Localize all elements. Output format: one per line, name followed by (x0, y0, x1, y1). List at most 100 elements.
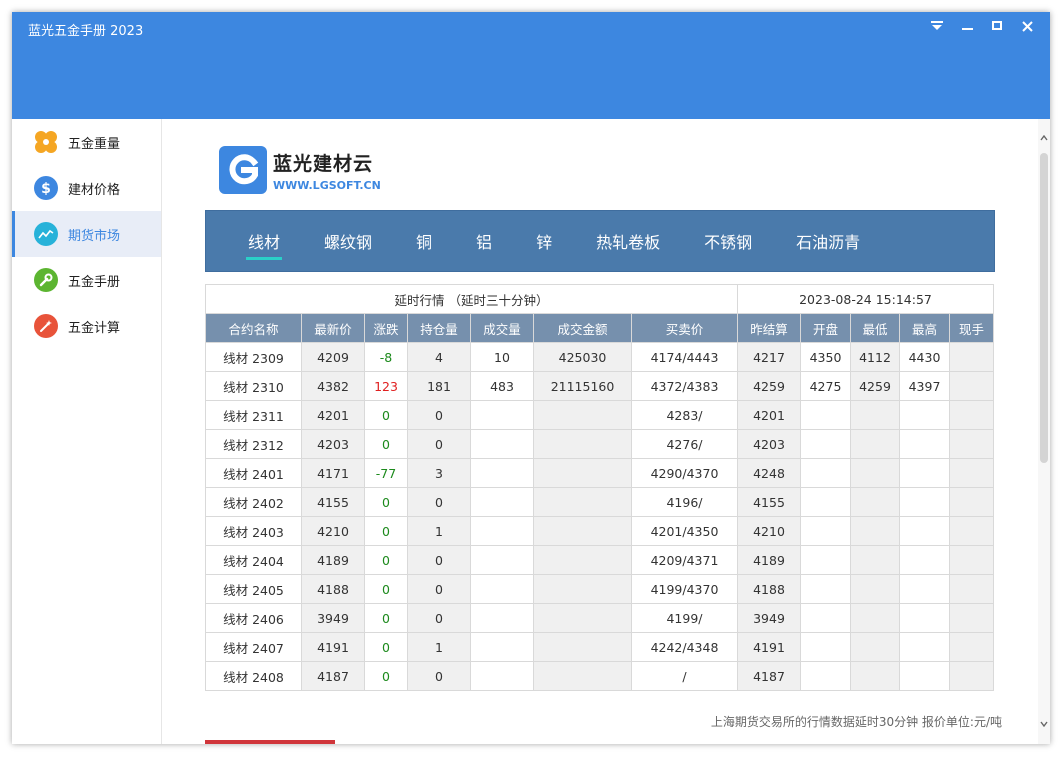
vertical-scrollbar[interactable] (1038, 119, 1050, 744)
tab-wire-rod[interactable]: 线材 (246, 225, 283, 260)
column-header: 成交量 (470, 313, 534, 343)
scroll-down-arrow-icon[interactable] (1040, 719, 1048, 729)
table-cell (533, 400, 632, 430)
table-cell: 4191 (301, 632, 365, 662)
table-row[interactable]: 线材 2311 4201 0 0 4283/4201 (205, 400, 994, 430)
table-row[interactable]: 线材 2404 4189 0 0 4209/4371 4189 (205, 545, 994, 575)
table-cell (800, 574, 851, 604)
table-cell: 4171 (301, 458, 365, 488)
table-cell: 4350 (800, 342, 851, 372)
minimize-icon[interactable] (952, 15, 982, 37)
sidebar-item-hardware-calc[interactable]: 五金计算 (12, 303, 161, 349)
table-cell (470, 574, 534, 604)
sidebar-item-hardware-weight[interactable]: 五金重量 (12, 119, 161, 165)
table-cell (470, 429, 534, 459)
table-cell: 4217 (737, 342, 801, 372)
table-cell (850, 487, 900, 517)
quote-timestamp: 2023-08-24 15:14:57 (737, 284, 994, 314)
table-row[interactable]: 线材 2310 4382 123 181 483 21115160 4372/4383 425… (205, 371, 994, 401)
maximize-icon[interactable] (982, 15, 1012, 37)
tab-zinc[interactable]: 锌 (534, 225, 554, 257)
table-cell (533, 458, 632, 488)
table-cell: 4188 (737, 574, 801, 604)
wrench-icon (34, 268, 58, 292)
table-cell (470, 545, 534, 575)
dollar-icon: $ (34, 176, 58, 200)
contract-name-cell: 线材 2406 (205, 603, 302, 633)
table-cell (470, 661, 534, 691)
table-cell: 4203 (737, 429, 801, 459)
sidebar-item-label: 期货市场 (68, 228, 121, 244)
close-icon[interactable] (1012, 15, 1042, 37)
tab-copper[interactable]: 铜 (414, 225, 434, 257)
table-cell: 4199/ (631, 603, 738, 633)
table-row[interactable]: 线材 2312 4203 0 0 4276/4203 (205, 429, 994, 459)
contract-name-cell: 线材 2401 (205, 458, 302, 488)
table-cell: 4275 (800, 371, 851, 401)
commodity-tabs: 线材 螺纹钢 铜 铝 锌 热轧卷板 不锈钢 石油沥青 (205, 210, 995, 272)
column-header: 现手 (949, 313, 994, 343)
table-caption-row: 延时行情 （延时三十分钟） 2023-08-24 15:14:57 (205, 284, 994, 314)
table-cell: 4242/4348 (631, 632, 738, 662)
table-cell (470, 516, 534, 546)
table-cell (533, 661, 632, 691)
table-cell (800, 487, 851, 517)
contract-name-cell: 线材 2407 (205, 632, 302, 662)
table-cell: 4276/ (631, 429, 738, 459)
table-row[interactable]: 线材 2408 4187 0 0/4187 (205, 661, 994, 691)
tab-aluminum[interactable]: 铝 (474, 225, 494, 257)
table-row[interactable]: 线材 2401 4171 -77 3 4290/4370 4248 (205, 458, 994, 488)
logo-url: WWW.LGSOFT.CN (273, 178, 381, 192)
scroll-up-arrow-icon[interactable] (1040, 133, 1048, 143)
sidebar-item-material-prices[interactable]: $ 建材价格 (12, 165, 161, 211)
table-cell: 4259 (737, 371, 801, 401)
table-cell: 4372/4383 (631, 371, 738, 401)
sidebar-item-label: 五金重量 (68, 136, 121, 152)
brand-logo: 蓝光建材云 WWW.LGSOFT.CN (219, 146, 381, 194)
table-cell: 0 (407, 603, 471, 633)
table-cell: 4174/4443 (631, 342, 738, 372)
table-cell (949, 400, 994, 430)
table-cell: 4199/4370 (631, 574, 738, 604)
sidebar-item-futures-market[interactable]: 期货市场 (12, 211, 161, 257)
tab-asphalt[interactable]: 石油沥青 (794, 225, 862, 257)
table-row[interactable]: 线材 2403 4210 0 1 4201/4350 4210 (205, 516, 994, 546)
table-row[interactable]: 线材 2402 4155 0 0 4196/4155 (205, 487, 994, 517)
column-header: 最高 (899, 313, 950, 343)
table-row[interactable]: 线材 2405 4188 0 0 4199/4370 4188 (205, 574, 994, 604)
table-cell: 10 (470, 342, 534, 372)
column-header: 合约名称 (205, 313, 302, 343)
contract-name-cell: 线材 2402 (205, 487, 302, 517)
tab-stainless-steel[interactable]: 不锈钢 (702, 225, 754, 257)
table-cell: 181 (407, 371, 471, 401)
table-row[interactable]: 线材 2406 3949 0 0 4199/3949 (205, 603, 994, 633)
table-cell: 1 (407, 632, 471, 662)
tab-hot-rolled-coil[interactable]: 热轧卷板 (594, 225, 662, 257)
scrollbar-thumb[interactable] (1040, 153, 1048, 463)
menu-dropdown-icon[interactable] (922, 15, 952, 37)
table-cell (800, 429, 851, 459)
table-cell (850, 400, 900, 430)
table-cell: 483 (470, 371, 534, 401)
sidebar-item-hardware-handbook[interactable]: 五金手册 (12, 257, 161, 303)
table-cell (800, 545, 851, 575)
table-cell (470, 458, 534, 488)
table-row[interactable]: 线材 2407 4191 0 1 4242/4348 4191 (205, 632, 994, 662)
main-content: 蓝光建材云 WWW.LGSOFT.CN 线材 螺纹钢 铜 铝 锌 热轧卷板 不锈… (162, 119, 1050, 744)
table-cell (470, 400, 534, 430)
title-bar[interactable]: 蓝光五金手册 2023 (12, 12, 1050, 119)
table-row[interactable]: 线材 2309 4209 -8 4 10 425030 4174/4443 4217 4350 4… (205, 342, 994, 372)
table-cell (850, 545, 900, 575)
delay-caption: 延时行情 （延时三十分钟） (205, 284, 738, 314)
table-cell: 0 (407, 400, 471, 430)
table-cell: 4188 (301, 574, 365, 604)
table-cell (949, 603, 994, 633)
table-cell: 4430 (899, 342, 950, 372)
table-cell (949, 661, 994, 691)
table-cell (800, 458, 851, 488)
tab-rebar[interactable]: 螺纹钢 (322, 225, 374, 257)
table-cell: -77 (364, 458, 408, 488)
red-accent-bar (205, 740, 335, 744)
table-cell: 4210 (301, 516, 365, 546)
contract-name-cell: 线材 2403 (205, 516, 302, 546)
